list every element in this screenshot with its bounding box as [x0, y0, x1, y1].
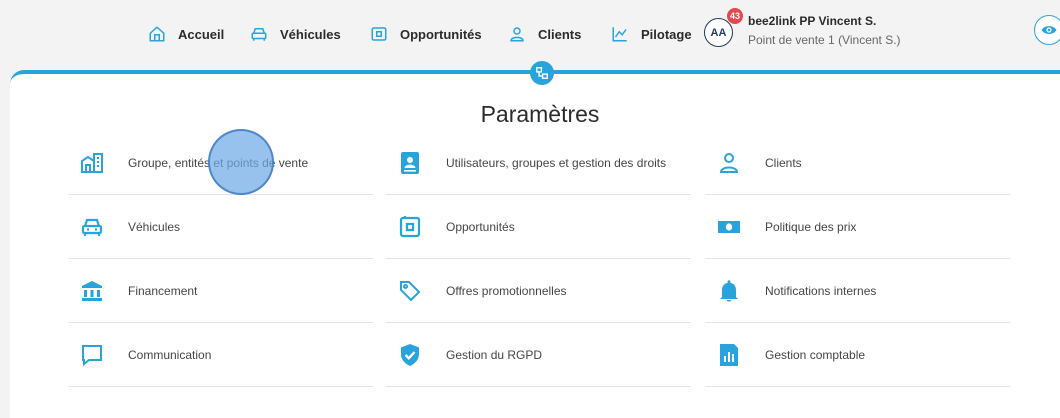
settings-tile-label: Financement: [128, 283, 198, 298]
nav-vehicules[interactable]: Véhicules: [250, 23, 341, 45]
settings-tile-groupe[interactable]: Groupe, entités et points de vente: [68, 131, 373, 195]
person-icon: [705, 151, 765, 175]
network-icon: [536, 67, 548, 79]
settings-tile-label: Utilisateurs, groupes et gestion des dro…: [446, 155, 667, 170]
nav-accueil-label: Accueil: [178, 26, 225, 42]
user-store: Point de vente 1 (Vincent S.): [748, 33, 901, 47]
settings-tile-offres[interactable]: Offres promotionnelles: [386, 259, 691, 323]
chart-line-icon: [612, 27, 627, 42]
car-icon: [251, 28, 267, 41]
settings-tile-utilisateurs[interactable]: Utilisateurs, groupes et gestion des dro…: [386, 131, 691, 195]
settings-tile-label: Offres promotionnelles: [446, 283, 567, 298]
tag-icon: [386, 279, 446, 303]
settings-tile-label: Gestion du RGPD: [446, 347, 543, 362]
settings-tile-label: Notifications internes: [765, 283, 877, 298]
avatar[interactable]: AA: [704, 18, 733, 47]
settings-tile-notifications[interactable]: Notifications internes: [705, 259, 1010, 323]
settings-tile-label: Gestion comptable: [765, 347, 866, 362]
settings-tile-prix[interactable]: Politique des prix: [705, 195, 1010, 259]
nav-vehicules-label: Véhicules: [280, 26, 341, 42]
car-icon: [68, 215, 128, 239]
user-name[interactable]: bee2link PP Vincent S.: [748, 14, 876, 28]
settings-tile-label: Véhicules: [128, 219, 181, 234]
settings-tile-clients[interactable]: Clients: [705, 131, 1010, 195]
user-badge-icon: [386, 151, 446, 175]
report-icon: [705, 343, 765, 367]
nav-pilotage-label: Pilotage: [641, 26, 692, 42]
notification-count-badge[interactable]: 43: [727, 8, 743, 24]
buildings-icon: [68, 151, 128, 175]
nav-accueil[interactable]: Accueil: [148, 23, 224, 45]
settings-tile-communication[interactable]: Communication: [68, 323, 373, 387]
preview-button[interactable]: [1034, 15, 1060, 45]
page-title: Paramètres: [480, 101, 600, 127]
settings-tile-opportunites[interactable]: Opportunités: [386, 195, 691, 259]
settings-tile-vehicules[interactable]: Véhicules: [68, 195, 373, 259]
shield-check-icon: [386, 343, 446, 367]
settings-tile-label: Communication: [128, 347, 212, 362]
settings-tile-label: Politique des prix: [765, 219, 857, 234]
bell-icon: [705, 279, 765, 303]
nav-clients-label: Clients: [538, 26, 582, 42]
nav-clients[interactable]: Clients: [508, 23, 581, 45]
settings-tile-rgpd[interactable]: Gestion du RGPD: [386, 323, 691, 387]
panel-toggle-button[interactable]: [530, 61, 554, 85]
wallet-icon: [371, 27, 387, 41]
nav-pilotage[interactable]: Pilotage: [611, 23, 692, 45]
settings-tile-label: Clients: [765, 155, 802, 170]
top-navigation-bar: Accueil Véhicules Opportunités Clients P…: [0, 0, 1060, 72]
person-icon: [510, 27, 524, 42]
settings-tile-label: Groupe, entités et points de vente: [128, 155, 309, 170]
home-icon: [149, 26, 165, 42]
banknote-icon: [705, 215, 765, 239]
settings-tile-financement[interactable]: Financement: [68, 259, 373, 323]
nav-opportunites[interactable]: Opportunités: [370, 23, 482, 45]
settings-tile-comptable[interactable]: Gestion comptable: [705, 323, 1010, 387]
chat-bubble-icon: [68, 343, 128, 367]
wallet-icon: [386, 215, 446, 239]
settings-tile-label: Opportunités: [446, 219, 515, 234]
eye-icon: [1041, 26, 1057, 34]
bank-icon: [68, 279, 128, 303]
nav-opportunites-label: Opportunités: [400, 26, 482, 42]
